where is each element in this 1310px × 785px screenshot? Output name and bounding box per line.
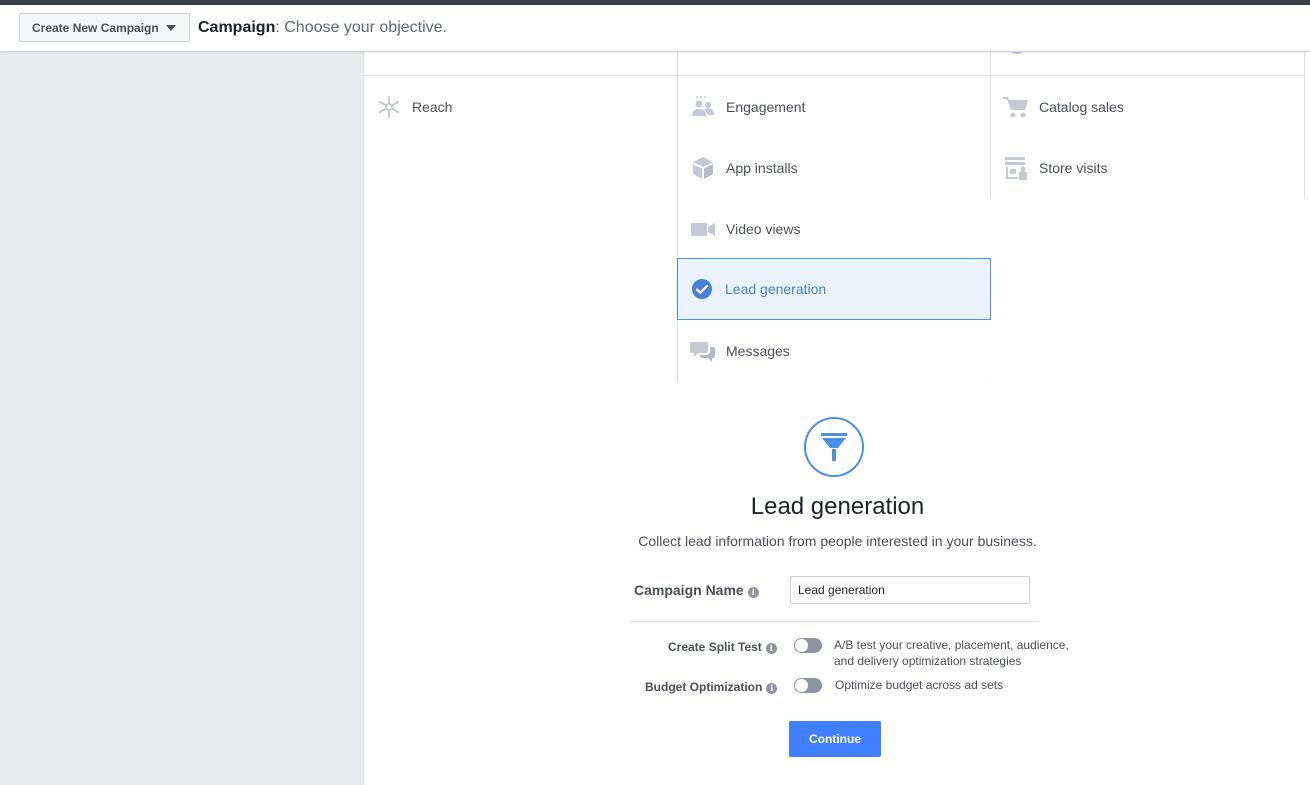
breadcrumb-text: : Choose your objective. xyxy=(275,19,447,36)
objective-panel: Reach Engagement Catalog sales App insta… xyxy=(363,46,1310,785)
objective-label: App installs xyxy=(726,159,798,176)
split-test-label-text: Create Split Test xyxy=(668,640,762,654)
video-camera-icon xyxy=(690,216,716,242)
info-icon[interactable]: i xyxy=(766,683,778,694)
chat-bubbles-icon xyxy=(690,338,716,364)
create-new-campaign-label: Create New Campaign xyxy=(32,20,159,35)
info-icon[interactable]: i xyxy=(765,643,777,654)
split-test-description: A/B test your creative, placement, audie… xyxy=(834,637,1069,669)
box-icon xyxy=(690,155,716,181)
lead-generation-badge xyxy=(804,417,864,477)
funnel-icon xyxy=(821,433,847,461)
objective-engagement[interactable]: Engagement xyxy=(678,76,990,137)
objective-video-views[interactable]: Video views xyxy=(678,198,990,259)
continue-button[interactable]: Continue xyxy=(789,721,881,757)
objective-catalog-sales[interactable]: Catalog sales xyxy=(991,76,1304,137)
objective-reach[interactable]: Reach xyxy=(364,76,677,137)
grid-line xyxy=(1304,52,1305,198)
objective-label: Lead generation xyxy=(725,281,827,297)
objective-app-installs[interactable]: App installs xyxy=(678,137,990,198)
split-test-desc-line1: A/B test your creative, placement, audie… xyxy=(834,638,1069,652)
campaign-name-label-text: Campaign Name xyxy=(634,582,744,598)
objective-store-visits[interactable]: Store visits xyxy=(991,137,1304,198)
info-icon[interactable]: i xyxy=(747,587,759,598)
objective-description: Collect lead information from people int… xyxy=(638,533,1037,549)
create-new-campaign-button[interactable]: Create New Campaign xyxy=(19,13,190,42)
objective-lead-generation[interactable]: Lead generation xyxy=(677,258,991,320)
budget-optimization-toggle[interactable] xyxy=(794,678,822,693)
check-circle-icon xyxy=(689,276,715,302)
reach-icon xyxy=(376,94,402,120)
toggle-knob xyxy=(795,679,808,692)
store-icon xyxy=(1003,155,1029,181)
people-icon xyxy=(690,94,716,120)
section-divider xyxy=(630,621,1039,622)
objective-label: Messages xyxy=(726,342,790,359)
budget-optimization-description: Optimize budget across ad sets xyxy=(835,678,1004,692)
objective-label: Catalog sales xyxy=(1039,98,1124,115)
objective-label: Reach xyxy=(412,98,453,115)
budget-optimization-label-text: Budget Optimization xyxy=(645,680,763,694)
top-bar: Create New Campaign Campaign: Choose you… xyxy=(0,5,1310,52)
objective-label: Store visits xyxy=(1039,159,1108,176)
toggle-knob xyxy=(795,639,808,652)
split-test-desc-line2: and delivery optimization strategies xyxy=(834,654,1022,668)
objective-messages[interactable]: Messages xyxy=(678,320,990,381)
caret-down-icon xyxy=(166,25,176,31)
cart-icon xyxy=(1003,94,1029,120)
campaign-name-input[interactable] xyxy=(790,576,1030,604)
budget-optimization-label: Budget Optimization i xyxy=(645,680,778,694)
campaign-name-label: Campaign Name i xyxy=(634,582,759,598)
breadcrumb-section: Campaign xyxy=(198,19,276,36)
objective-label: Engagement xyxy=(726,98,806,115)
split-test-label: Create Split Test i xyxy=(668,640,777,654)
breadcrumb: Campaign: Choose your objective. xyxy=(198,19,447,37)
objective-title: Lead generation xyxy=(750,493,925,520)
objective-label: Video views xyxy=(726,220,801,237)
split-test-toggle[interactable] xyxy=(794,638,822,653)
